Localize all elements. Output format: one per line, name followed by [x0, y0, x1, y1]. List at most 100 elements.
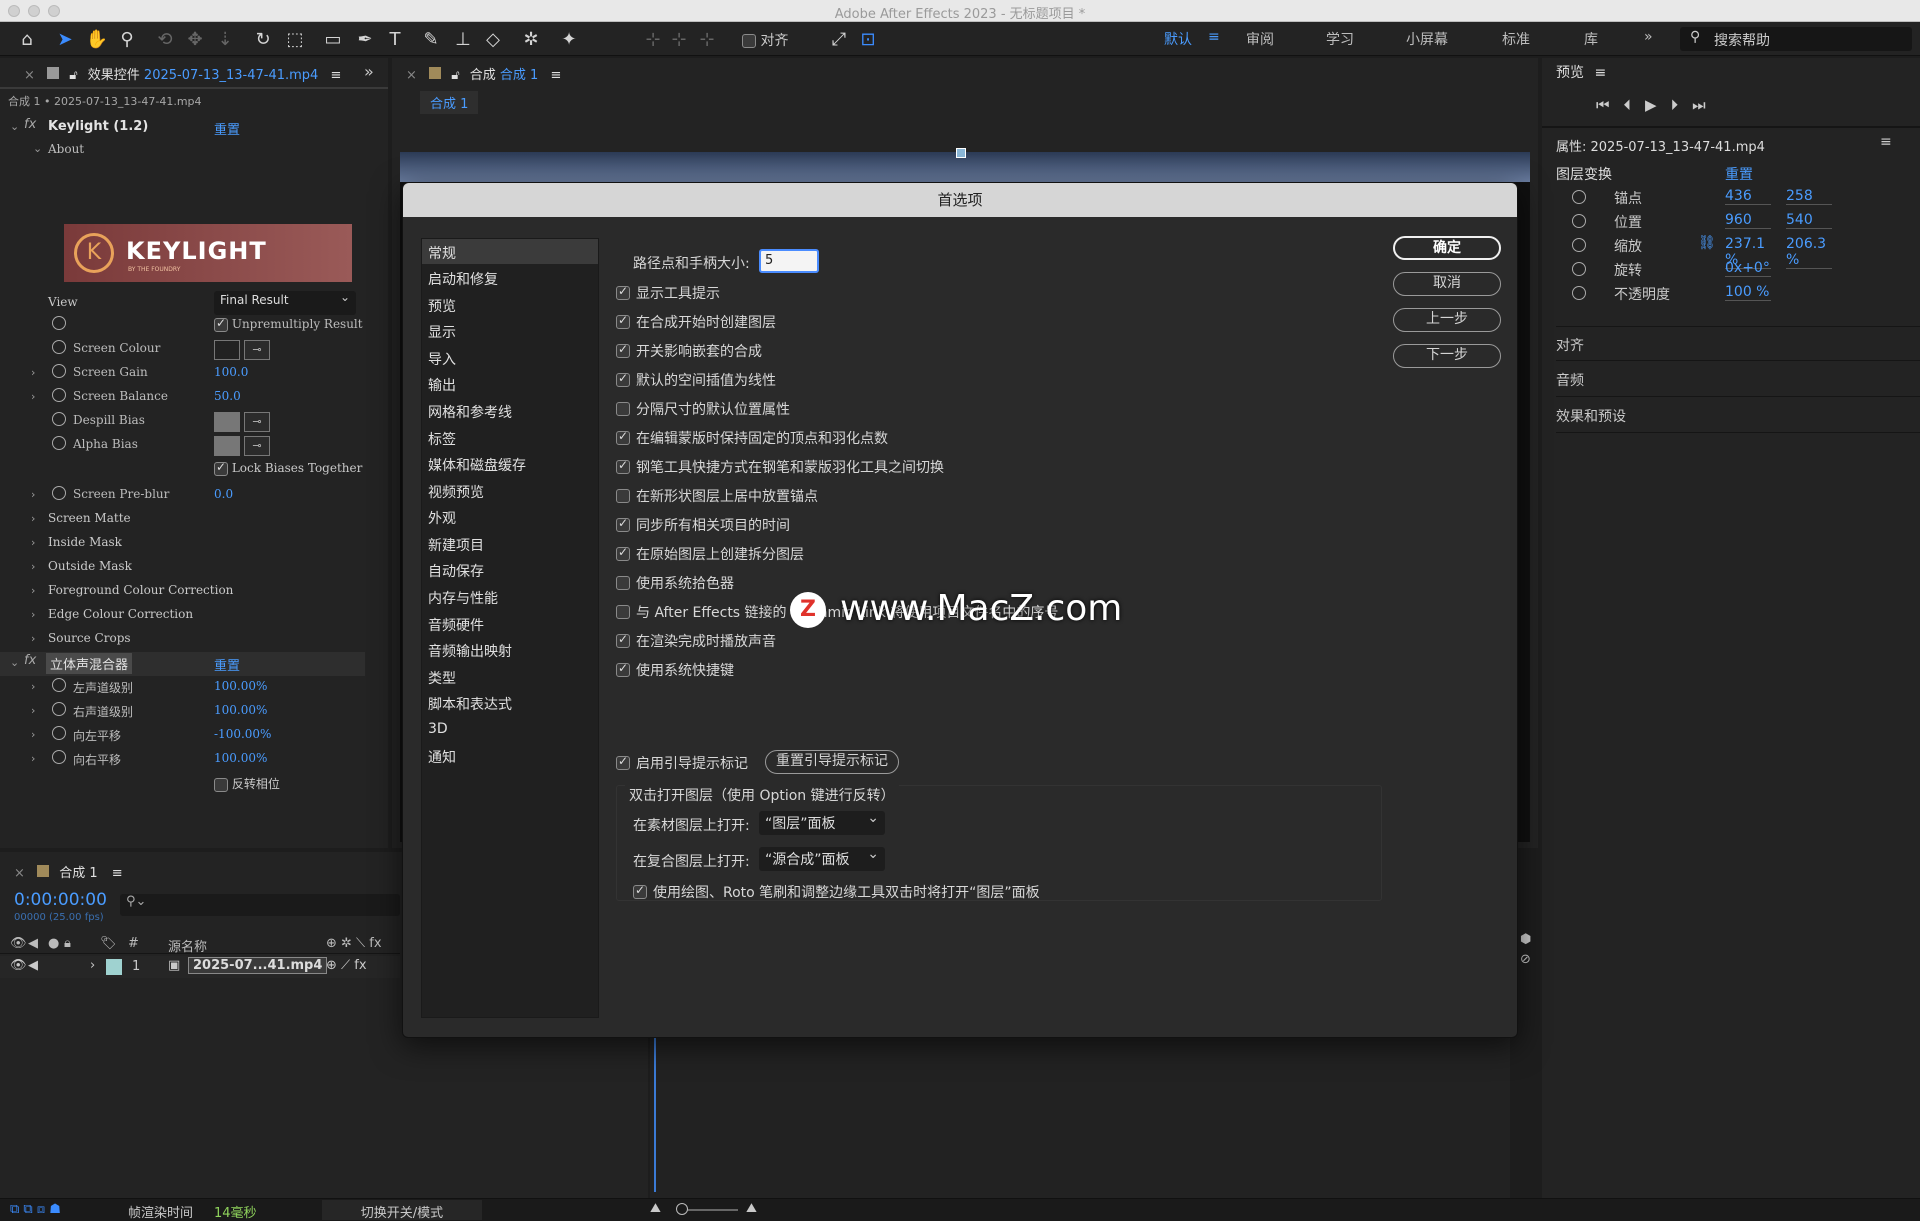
eraser-tool-icon[interactable]: ◇ [480, 26, 506, 52]
axis-local-icon[interactable]: ⊹ [640, 26, 666, 52]
expand-panels-icon[interactable]: » [364, 62, 374, 81]
view-dropdown[interactable]: Final Result [214, 290, 356, 315]
layer-switches-icon[interactable]: ⊕ ⟋ fx [326, 958, 367, 973]
position-x-value[interactable]: 960 [1725, 212, 1771, 229]
option-preserve-vertices[interactable]: 在编辑蒙版时保持固定的顶点和羽化点数 [616, 428, 888, 448]
collapse-arrow-icon[interactable]: ⌄ [10, 656, 19, 669]
option-center-anchor-shape[interactable]: 在新形状图层上居中放置锚点 [616, 486, 818, 506]
lock-column-icon[interactable]: 🔒︎ [64, 936, 71, 951]
stopwatch-icon[interactable] [52, 750, 66, 764]
about-row[interactable]: ⌄ About [0, 138, 365, 162]
timeline-layer-row[interactable]: 👁︎ ◀︎ › 1 ▣ 2025-07...41.mp4 ⊕ ⟋ fx [0, 956, 400, 978]
stopwatch-icon[interactable] [1572, 214, 1586, 228]
invert-phase-checkbox[interactable] [214, 777, 228, 792]
anchor-y-value[interactable]: 258 [1786, 188, 1832, 205]
category-audio-output[interactable]: 音频输出映射 [422, 637, 598, 662]
constrain-link-icon[interactable]: ⛓ [1698, 235, 1716, 251]
stopwatch-icon[interactable] [1572, 262, 1586, 276]
option-play-sound[interactable]: 在渲染完成时播放声音 [616, 631, 776, 651]
align-checkbox[interactable] [742, 34, 756, 48]
option-checkbox[interactable] [616, 489, 630, 503]
inside-mask-group[interactable]: › Inside Mask [0, 532, 365, 556]
category-scripting[interactable]: 脚本和表达式 [422, 690, 598, 715]
audio-column-icon[interactable]: ◀︎ [28, 936, 38, 951]
expand-arrow-icon[interactable]: › [31, 536, 35, 549]
first-frame-icon[interactable]: ⏮ [1596, 96, 1624, 114]
option-checkbox[interactable] [616, 545, 630, 561]
stopwatch-icon[interactable] [52, 412, 66, 426]
lock-biases-option[interactable]: Lock Biases Together [214, 460, 362, 476]
footage-open-dropdown[interactable]: “图层”面板 [759, 810, 885, 835]
axis-view-icon[interactable]: ⊹ [694, 26, 720, 52]
last-frame-icon[interactable]: ⏭ [1692, 96, 1720, 114]
next-button[interactable]: 下一步 [1393, 344, 1501, 368]
audio-section[interactable]: 音频 [1556, 362, 1920, 397]
layer-visibility-icon[interactable]: 👁︎ [10, 958, 27, 973]
comp-flowchart-icon[interactable]: ⧉ ⧉ ⧈ ☗ [10, 1202, 61, 1217]
puppet-pin-icon[interactable]: ✦ [556, 26, 582, 52]
option-sync-time[interactable]: 同步所有相关项目的时间 [616, 515, 790, 535]
stopwatch-icon[interactable] [52, 436, 66, 450]
search-help-input[interactable]: ⚲ 搜索帮助 [1680, 27, 1912, 51]
pan-right-value[interactable]: 100.00% [214, 751, 267, 765]
axis-world-icon[interactable]: ⊹ [666, 26, 692, 52]
foreground-colour-group[interactable]: › Foreground Colour Correction [0, 580, 365, 604]
anchor-handle[interactable] [956, 148, 966, 158]
anchor-x-value[interactable]: 436 [1725, 188, 1771, 205]
dolly-camera-icon[interactable]: ⇣ [212, 26, 238, 52]
option-system-shortcuts[interactable]: 使用系统快捷键 [616, 660, 734, 680]
screen-balance-value[interactable]: 50.0 [214, 389, 241, 403]
option-switches-affect-nested[interactable]: 开关影响嵌套的合成 [616, 341, 762, 361]
category-grids-guides[interactable]: 网格和参考线 [422, 398, 598, 423]
unpremultiply-checkbox[interactable] [214, 316, 228, 332]
brush-tool-icon[interactable]: ✎ [418, 26, 444, 52]
stopwatch-icon[interactable] [52, 316, 66, 330]
previous-button[interactable]: 上一步 [1393, 308, 1501, 332]
option-checkbox[interactable] [616, 458, 630, 474]
close-tab-icon[interactable]: × [406, 68, 417, 83]
option-linear-spatial-interpolation[interactable]: 默认的空间插值为线性 [616, 370, 776, 390]
workspace-review[interactable]: 审阅 [1246, 29, 1274, 49]
eyedropper-icon[interactable]: ⊸ [244, 436, 270, 456]
type-tool-icon[interactable]: T [382, 26, 408, 52]
collapse-arrow-icon[interactable]: ⌄ [10, 120, 19, 133]
expand-arrow-icon[interactable]: › [31, 752, 35, 765]
clone-stamp-icon[interactable]: ⊥ [450, 26, 476, 52]
toggle-switches-modes[interactable]: 切换开关/模式 [322, 1200, 482, 1221]
option-create-layers-at-start[interactable]: 在合成开始时创建图层 [616, 312, 776, 332]
keylight-effect-header[interactable]: ⌄ fx Keylight (1.2) 重置 [0, 116, 365, 140]
eyedropper-icon[interactable]: ⊸ [244, 340, 270, 360]
expand-arrow-icon[interactable]: › [31, 680, 35, 693]
workspace-libraries[interactable]: 库 [1584, 29, 1598, 49]
stopwatch-icon[interactable] [52, 388, 66, 402]
timeline-tab[interactable]: × 合成 1 ≡ [14, 862, 123, 881]
despill-bias-swatch[interactable] [214, 412, 240, 432]
timeline-search-input[interactable]: ⚲⌄ [120, 894, 400, 916]
zoom-slider-handle[interactable] [676, 1203, 688, 1215]
panel-menu-icon[interactable]: ≡ [550, 68, 561, 83]
source-name-header[interactable]: 源名称 [168, 936, 207, 955]
option-checkbox[interactable] [616, 402, 630, 416]
category-output[interactable]: 输出 [422, 371, 598, 396]
lock-biases-checkbox[interactable] [214, 460, 228, 476]
stereo-reset-link[interactable]: 重置 [214, 655, 240, 674]
rotation-value[interactable]: 0x+0° [1725, 260, 1771, 277]
preview-panel-title[interactable]: 预览 ≡ [1556, 62, 1606, 82]
option-checkbox[interactable] [616, 313, 630, 329]
stereo-mixer-header[interactable]: ⌄ fx 立体声混合器 重置 [0, 652, 365, 676]
zoom-out-icon[interactable]: ⛰ [650, 1201, 661, 1216]
category-startup-repair[interactable]: 启动和修复 [422, 265, 598, 290]
layer-label-color[interactable] [106, 959, 122, 975]
stopwatch-icon[interactable] [52, 702, 66, 716]
category-general[interactable]: 常规 [422, 239, 598, 264]
transform-reset-link[interactable]: 重置 [1725, 164, 1753, 184]
hand-tool-icon[interactable]: ✋ [84, 26, 110, 52]
screen-matte-group[interactable]: › Screen Matte [0, 508, 365, 532]
expand-arrow-icon[interactable]: › [31, 560, 35, 573]
source-crops-group[interactable]: › Source Crops [0, 628, 365, 652]
play-icon[interactable]: ▶ [1645, 96, 1671, 114]
close-tab-icon[interactable]: × [24, 68, 35, 83]
category-display[interactable]: 显示 [422, 318, 598, 343]
workspace-learn[interactable]: 学习 [1326, 29, 1354, 49]
expand-arrow-icon[interactable]: › [31, 584, 35, 597]
